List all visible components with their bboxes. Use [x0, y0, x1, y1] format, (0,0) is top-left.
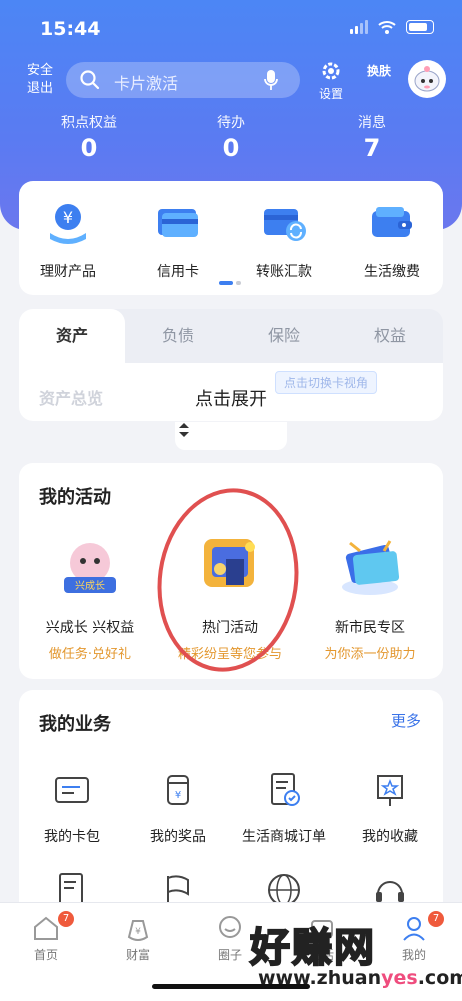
asset-tabs: 资产 负债 保险 权益 — [19, 309, 443, 363]
search-placeholder: 卡片激活 — [114, 74, 179, 93]
chat-icon — [219, 916, 241, 938]
home-badge: 7 — [58, 911, 74, 927]
stat-points[interactable]: 积点权益 0 — [44, 112, 134, 162]
quick-item-credit-card[interactable]: 信用卡 — [133, 199, 223, 281]
svg-text:¥: ¥ — [175, 790, 181, 801]
svg-text:¥: ¥ — [63, 208, 73, 227]
status-time: 15:44 — [40, 18, 101, 40]
stat-todo[interactable]: 待办 0 — [186, 112, 276, 162]
wealth-icon: ¥ — [50, 204, 86, 244]
skin-button[interactable]: 换肤 — [364, 64, 394, 78]
top-bar: 安全退出 卡片激活 设置 换肤 — [0, 60, 462, 106]
order-icon — [271, 773, 300, 806]
microphone-icon[interactable] — [264, 69, 278, 91]
wallet-icon — [372, 207, 412, 237]
wifi-icon — [378, 21, 396, 34]
settings-button[interactable]: 设置 — [314, 60, 348, 102]
transfer-icon — [264, 209, 306, 241]
watermark-title: 好赚网 — [249, 924, 376, 972]
tab-assets[interactable]: 资产 — [19, 309, 125, 363]
gear-icon — [322, 62, 340, 80]
home-icon — [34, 916, 58, 940]
more-link[interactable]: 更多 — [391, 710, 421, 731]
tab-rights[interactable]: 权益 — [337, 309, 443, 363]
stat-messages[interactable]: 消息 7 — [327, 112, 417, 162]
tab-liabilities[interactable]: 负债 — [125, 309, 231, 363]
signal-icon — [350, 20, 368, 34]
quick-item-bills[interactable]: 生活缴费 — [347, 199, 437, 281]
business-prizes[interactable]: ¥ 我的奖品 — [125, 770, 231, 846]
assets-body: 资产总览 点击切换卡视角 点击展开 — [19, 363, 443, 421]
quick-actions-card: ¥ 理财产品 信用卡 转账汇款 生活缴费 — [19, 181, 443, 295]
status-icons — [350, 20, 434, 34]
favorites-icon — [377, 775, 403, 806]
business-favorites[interactable]: 我的收藏 — [337, 770, 443, 846]
settings-label: 设置 — [318, 87, 343, 101]
money-bag-icon: ¥ — [127, 920, 149, 941]
activities-title: 我的活动 — [39, 487, 111, 508]
svg-text:¥: ¥ — [135, 927, 141, 937]
expand-button[interactable] — [175, 422, 287, 450]
expand-arrows-icon — [179, 423, 189, 437]
business-card-pack[interactable]: 我的卡包 — [19, 770, 125, 846]
new-citizen-card-icon — [342, 540, 400, 595]
page-indicator — [219, 281, 241, 285]
battery-icon — [406, 20, 434, 34]
home-indicator — [152, 984, 310, 989]
tab-home[interactable]: 首页 7 — [16, 911, 76, 963]
credit-card-icon — [158, 209, 198, 237]
prize-icon: ¥ — [167, 775, 189, 805]
tab-insurance[interactable]: 保险 — [231, 309, 337, 363]
growth-mascot-icon: 兴成长 — [64, 543, 116, 593]
stats-row: 积点权益 0 待办 0 消息 7 — [0, 112, 462, 172]
svg-text:兴成长: 兴成长 — [75, 580, 105, 592]
site-watermark: 好赚网 www.zhuanyes.com — [249, 915, 462, 995]
card-pack-icon — [55, 777, 89, 803]
assets-card: 资产 负债 保险 权益 资产总览 点击切换卡视角 点击展开 — [19, 309, 443, 421]
quick-item-transfer[interactable]: 转账汇款 — [239, 199, 329, 281]
status-bar: 15:44 — [0, 0, 462, 58]
business-title: 我的业务 — [39, 714, 111, 735]
activity-growth[interactable]: 兴成长 兴成长 兴权益 做任务·兑好礼 — [25, 529, 155, 662]
quick-item-wealth[interactable]: ¥ 理财产品 — [23, 199, 113, 281]
expand-text[interactable]: 点击展开 — [19, 385, 443, 411]
logout-button[interactable]: 安全退出 — [22, 62, 58, 98]
search-input[interactable]: 卡片激活 — [66, 62, 300, 98]
robot-mascot-icon — [414, 66, 440, 92]
business-mall-orders[interactable]: 生活商城订单 — [231, 770, 337, 846]
activity-new-citizen[interactable]: 新市民专区 为你添一份助力 — [305, 529, 435, 662]
avatar[interactable] — [408, 60, 446, 98]
tab-wealth[interactable]: ¥ 财富 — [108, 913, 168, 963]
search-icon — [80, 70, 100, 90]
